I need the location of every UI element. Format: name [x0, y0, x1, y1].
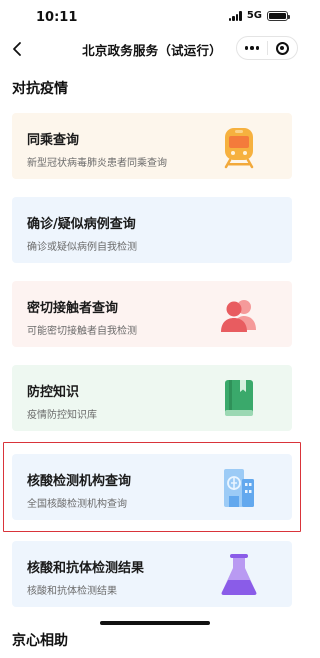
card-title: 同乘查询	[27, 133, 80, 148]
section-title-epidemic: 对抗疫情	[12, 81, 68, 97]
mini-program-capsule	[236, 36, 298, 60]
card-subtitle: 可能密切接触者自我检测	[27, 326, 137, 337]
card-close-contact-query[interactable]: 密切接触者查询 可能密切接触者自我检测	[12, 281, 292, 347]
battery-icon	[267, 10, 290, 21]
book-icon	[225, 380, 253, 416]
card-title: 密切接触者查询	[27, 301, 119, 316]
card-title: 确诊/疑似病例查询	[27, 217, 136, 232]
status-indicators: 5G	[228, 10, 290, 21]
highlight-annotation-box	[3, 442, 301, 532]
card-nucleic-antibody-result[interactable]: 核酸和抗体检测结果 核酸和抗体检测结果	[12, 541, 292, 607]
card-title: 核酸和抗体检测结果	[27, 561, 145, 576]
status-bar: 10:11 5G	[0, 0, 304, 36]
card-subtitle: 新型冠状病毒肺炎患者同乘查询	[27, 158, 167, 169]
card-subtitle: 疫情防控知识库	[27, 410, 97, 421]
more-dots-icon[interactable]	[237, 37, 267, 59]
card-same-trip-query[interactable]: 同乘查询 新型冠状病毒肺炎患者同乘查询	[12, 113, 292, 179]
home-indicator[interactable]	[100, 621, 210, 625]
train-icon	[224, 128, 254, 169]
status-time: 10:11	[36, 10, 78, 25]
flask-icon	[221, 554, 257, 595]
card-title: 防控知识	[27, 385, 80, 400]
card-subtitle: 核酸和抗体检测结果	[27, 586, 117, 597]
card-confirmed-case-query[interactable]: 确诊/疑似病例查询 确诊或疑似病例自我检测	[12, 197, 292, 263]
card-prevention-knowledge[interactable]: 防控知识 疫情防控知识库	[12, 365, 292, 431]
section-title-community: 京心相助	[12, 633, 68, 649]
signal-icon	[228, 10, 242, 21]
target-circle-icon[interactable]	[268, 37, 298, 59]
people-icon	[221, 300, 256, 332]
card-subtitle: 确诊或疑似病例自我检测	[27, 242, 137, 253]
network-type: 5G	[246, 10, 262, 21]
nav-bar: 北京政务服务（试运行）	[0, 36, 304, 62]
